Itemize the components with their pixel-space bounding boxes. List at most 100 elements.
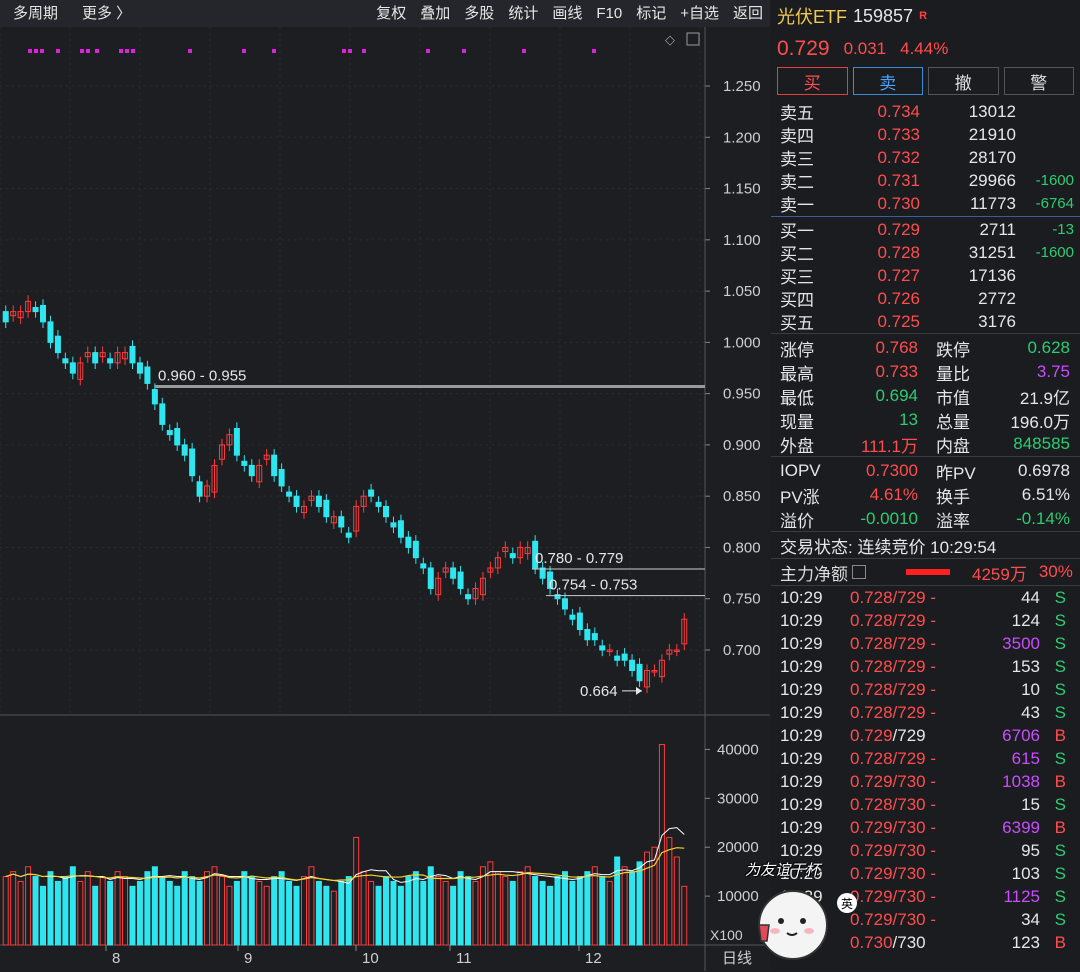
tick-volume: 10 — [1021, 679, 1040, 699]
tick-row: 10:29 0.728/729 - 615 S — [771, 747, 1080, 770]
trade-status: 交易状态: 连续竞价 10:29:54 — [771, 531, 1080, 558]
order-book-row[interactable]: 买四 0.726 2772 — [771, 287, 1080, 311]
stat-row: 涨停 0.768 跌停 0.628 — [771, 336, 1080, 360]
level-volume: 3176 — [978, 311, 1016, 331]
toolbar-button[interactable]: 叠加 — [413, 0, 457, 27]
signal-marker — [348, 49, 352, 53]
tick-row: 10:29 0.728/729 - 3500 S — [771, 632, 1080, 655]
level-label: 0.960 - 0.955 — [158, 367, 246, 384]
price-tick-label: 0.750 — [723, 591, 761, 608]
tick-price: 0.729/730 - — [850, 840, 937, 860]
tick-price: 0.728/729 - — [850, 748, 937, 768]
volume-bar — [136, 880, 143, 946]
order-book-row[interactable]: 卖三 0.732 28170 — [771, 146, 1080, 170]
stat-value: 0.733 — [875, 362, 918, 381]
volume-bar — [420, 880, 427, 946]
candle-body — [457, 571, 464, 589]
security-code: 159857 — [853, 5, 914, 26]
toolbar-button[interactable]: 返回 — [726, 0, 770, 27]
order-book-row[interactable]: 买五 0.725 3176 — [771, 310, 1080, 334]
tick-price: 0.728/729 - — [850, 656, 937, 676]
candle-body — [569, 614, 576, 620]
order-book-row[interactable]: 买二 0.728 31251 -1600 — [771, 241, 1080, 265]
toolbar-button[interactable]: 统计 — [501, 0, 545, 27]
stat-row: IOPV 0.7300 昨PV 0.6978 — [771, 459, 1080, 483]
order-book-row[interactable]: 买一 0.729 2711 -13 — [771, 218, 1080, 242]
tick-volume: 6706 — [1002, 725, 1040, 745]
toolbar-button[interactable]: 复权 — [369, 0, 413, 27]
volume-bar — [509, 880, 516, 946]
volume-bar — [532, 876, 539, 946]
tick-direction: S — [1054, 794, 1066, 814]
candle-body — [159, 403, 166, 425]
main-flow-row: 主力净额 4259万 30% — [771, 558, 1080, 586]
level-change: -1600 — [1035, 244, 1074, 261]
time-tick-label: 11 — [456, 950, 472, 967]
level-label: 卖一 — [780, 196, 814, 215]
stat-value: 0.768 — [875, 338, 918, 357]
tick-time: 10:29 — [780, 702, 823, 722]
tick-price: 0.728/729 - — [850, 679, 937, 699]
chart-background — [0, 27, 770, 971]
candle-body — [465, 594, 472, 600]
stat-label: IOPV — [780, 461, 821, 480]
tick-time: 10:29 — [780, 817, 823, 837]
volume-bar — [569, 880, 576, 946]
tick-row: 10:29 0.729/729 6706 B — [771, 724, 1080, 747]
list-icon[interactable] — [852, 565, 866, 579]
sell-button[interactable]: 卖 — [852, 67, 923, 95]
tick-direction: S — [1054, 863, 1066, 883]
order-book-row[interactable]: 卖四 0.733 21910 — [771, 123, 1080, 147]
volume-bar — [629, 871, 636, 946]
candle-body — [412, 540, 419, 559]
tick-direction: B — [1054, 771, 1066, 791]
stat-value: 6.51% — [1021, 485, 1070, 504]
multi-period-button[interactable]: 多周期 — [6, 0, 65, 27]
volume-bar — [576, 876, 583, 946]
candle-body — [2, 311, 9, 323]
more-button[interactable]: 更多 〉 — [75, 0, 138, 27]
stat-label: 换手 — [936, 487, 970, 507]
volume-bar — [584, 871, 591, 946]
kline-chart[interactable]: 1.250 1.200 1.150 1.100 1.050 1.000 0.950 0.900… — [0, 27, 770, 971]
stat-value: 0.6978 — [1018, 461, 1070, 480]
volume-bar — [405, 876, 412, 946]
last-price: 0.729 — [777, 37, 830, 60]
buy-button[interactable]: 买 — [777, 67, 848, 95]
stat-label: 最低 — [780, 388, 814, 408]
signal-marker — [40, 49, 44, 53]
price-tick-label: 0.950 — [723, 386, 761, 403]
order-book-row[interactable]: 卖五 0.734 13012 — [771, 100, 1080, 124]
order-book-row[interactable]: 卖一 0.730 11773 -6764 — [771, 192, 1080, 216]
stat-label: 内盘 — [936, 436, 970, 456]
candle-body — [189, 448, 196, 477]
tick-row: 10:29 0.728/729 - 10 S — [771, 678, 1080, 701]
tick-row: 10:29 0.728/729 - 124 S — [771, 609, 1080, 632]
candle-body — [405, 536, 412, 548]
toolbar-button[interactable]: 标记 — [629, 0, 673, 27]
tick-volume: 1038 — [1002, 771, 1040, 791]
toolbar-button[interactable]: +自选 — [673, 0, 726, 27]
tick-volume: 123 — [1011, 932, 1040, 952]
toolbar-button[interactable]: 画线 — [545, 0, 589, 27]
kline-chart-svg[interactable]: 1.250 1.200 1.150 1.100 1.050 1.000 0.950 0.900… — [0, 27, 770, 971]
alert-button[interactable]: 警 — [1003, 67, 1074, 95]
signal-marker — [34, 49, 38, 53]
level-price: 0.729 — [877, 219, 920, 239]
volume-bar — [636, 861, 643, 946]
cancel-order-button[interactable]: 撤 — [928, 67, 999, 95]
volume-bar — [54, 880, 61, 946]
volume-bar — [107, 880, 114, 946]
order-book-row[interactable]: 买三 0.727 17136 — [771, 264, 1080, 288]
price-tick-label: 1.050 — [723, 283, 761, 300]
toolbar-button[interactable]: F10 — [589, 0, 629, 27]
signal-marker — [272, 49, 276, 53]
candle-body — [129, 345, 136, 364]
tick-price: 0.728/729 - — [850, 633, 937, 653]
order-book-row[interactable]: 卖二 0.731 29966 -1600 — [771, 169, 1080, 193]
level-price: 0.733 — [877, 124, 920, 144]
toolbar-button[interactable]: 多股 — [457, 0, 501, 27]
candle-body — [144, 366, 151, 384]
signal-marker — [95, 49, 99, 53]
volume-bar — [547, 885, 554, 946]
